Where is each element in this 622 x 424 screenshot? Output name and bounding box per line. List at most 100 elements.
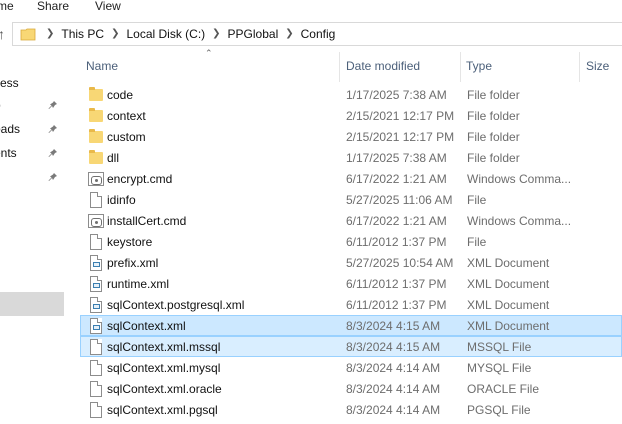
up-arrow-icon[interactable]: ↑ [0, 25, 10, 43]
file-name: context [107, 109, 146, 123]
file-row[interactable]: dll 1/17/2025 7:38 AM File folder [80, 147, 622, 168]
address-bar-area: ↑ ❯ This PC ❯ Local Disk (C:) ❯ PPGlobal… [0, 21, 622, 48]
crumb-this-pc[interactable]: This PC [61, 23, 104, 45]
file-name: sqlContext.xml.mysql [107, 361, 221, 375]
pin-icon [48, 148, 58, 161]
file-type: XML Document [467, 256, 550, 270]
cmd-icon [88, 213, 104, 229]
crumb-config[interactable]: Config [301, 23, 336, 45]
file-row[interactable]: sqlContext.xml.oracle 8/3/2024 4:14 AM ORA… [80, 378, 622, 399]
file-type: File folder [467, 88, 520, 102]
file-type: XML Document [467, 277, 550, 291]
crumb-local-disk[interactable]: Local Disk (C:) [126, 23, 205, 45]
file-row[interactable]: prefix.xml 5/27/2025 10:54 AM XML Document [80, 252, 622, 273]
file-type: MYSQL File [467, 361, 532, 375]
breadcrumb: ❯ This PC ❯ Local Disk (C:) ❯ PPGlobal ❯… [39, 23, 335, 45]
chevron-right-icon[interactable]: ❯ [104, 23, 126, 45]
file-type: MSSQL File [467, 340, 532, 354]
column-divider[interactable] [339, 52, 340, 82]
file-row[interactable]: custom 2/15/2021 12:17 PM File folder [80, 126, 622, 147]
file-name: code [107, 88, 134, 102]
file-date-modified: 6/11/2012 1:37 PM [346, 298, 447, 312]
column-size[interactable]: Size [586, 59, 609, 73]
folder-icon [88, 108, 104, 124]
file-icon [88, 402, 104, 418]
chevron-right-icon[interactable]: ❯ [39, 23, 61, 45]
file-icon [88, 381, 104, 397]
file-name: sqlContext.xml.pgsql [107, 403, 218, 417]
tab-home[interactable]: me [0, 0, 14, 12]
file-date-modified: 5/27/2025 10:54 AM [346, 256, 454, 270]
tab-share[interactable]: Share [37, 0, 69, 12]
nav-item-selected[interactable] [0, 292, 64, 316]
file-row[interactable]: sqlContext.xml.pgsql 8/3/2024 4:14 AM PGSQ… [80, 399, 622, 420]
nav-item-desktop[interactable]: p [0, 94, 66, 116]
file-name: sqlContext.postgresql.xml [107, 298, 245, 312]
nav-item-label: oads [0, 122, 21, 136]
column-divider[interactable] [579, 52, 580, 82]
file-row[interactable]: sqlContext.xml 8/3/2024 4:15 AM XML Docume… [80, 315, 622, 336]
file-type: File folder [467, 130, 520, 144]
file-name: sqlContext.xml.mssql [107, 340, 221, 354]
folder-icon [88, 87, 104, 103]
folder-icon [88, 150, 104, 166]
file-row[interactable]: sqlContext.xml.mysql 8/3/2024 4:14 AM MYSQ… [80, 357, 622, 378]
file-row[interactable]: keystore 6/11/2012 1:37 PM File [80, 231, 622, 252]
folder-icon [88, 129, 104, 145]
file-row[interactable]: encrypt.cmd 6/17/2022 1:21 AM Windows Comm… [80, 168, 622, 189]
file-type: XML Document [467, 298, 550, 312]
file-row[interactable]: runtime.xml 6/11/2012 1:37 PM XML Document [80, 273, 622, 294]
column-name[interactable]: Name [86, 59, 118, 73]
crumb-ppglobal[interactable]: PPGlobal [228, 23, 279, 45]
file-type: File [467, 193, 487, 207]
chevron-right-icon[interactable]: ❯ [278, 23, 300, 45]
xml-icon [88, 297, 104, 313]
nav-item-documents[interactable]: ents [0, 142, 66, 164]
file-date-modified: 1/17/2025 7:38 AM [346, 88, 447, 102]
file-type: ORACLE File [467, 382, 540, 396]
column-date-modified[interactable]: Date modified [346, 59, 420, 73]
nav-item-quick-access[interactable]: cess [0, 72, 66, 94]
file-row[interactable]: code 1/17/2025 7:38 AM File folder [80, 84, 622, 105]
chevron-right-icon[interactable]: ❯ [205, 23, 227, 45]
file-name: prefix.xml [107, 256, 159, 270]
file-row[interactable]: sqlContext.postgresql.xml 6/11/2012 1:37 … [80, 294, 622, 315]
file-date-modified: 6/11/2012 1:37 PM [346, 277, 447, 291]
file-name: runtime.xml [107, 277, 170, 291]
file-row[interactable]: idinfo 5/27/2025 11:06 AM File [80, 189, 622, 210]
file-date-modified: 2/15/2021 12:17 PM [346, 109, 455, 123]
file-row[interactable]: context 2/15/2021 12:17 PM File folder [80, 105, 622, 126]
file-row[interactable]: installCert.cmd 6/17/2022 1:21 AM Windows … [80, 210, 622, 231]
navigation-pane: cess p oads ents s [0, 48, 66, 424]
file-date-modified: 8/3/2024 4:14 AM [346, 361, 441, 375]
xml-icon [88, 276, 104, 292]
file-date-modified: 6/17/2022 1:21 AM [346, 214, 447, 228]
file-icon [88, 234, 104, 250]
sort-ascending-icon: ⌃ [205, 48, 213, 58]
address-bar[interactable]: ❯ This PC ❯ Local Disk (C:) ❯ PPGlobal ❯… [12, 22, 622, 46]
pin-icon [48, 172, 58, 185]
tab-view[interactable]: View [95, 0, 121, 12]
file-icon [88, 360, 104, 376]
file-date-modified: 5/27/2025 11:06 AM [346, 193, 453, 207]
file-row[interactable]: sqlContext.xml.mssql 8/3/2024 4:15 AM MSSQ… [80, 336, 622, 357]
file-name: keystore [107, 235, 153, 249]
file-date-modified: 8/3/2024 4:14 AM [346, 382, 441, 396]
pin-icon [48, 124, 58, 137]
file-type: File folder [467, 109, 520, 123]
file-type: PGSQL File [467, 403, 531, 417]
file-type: XML Document [467, 319, 550, 333]
file-type: File folder [467, 151, 520, 165]
file-date-modified: 8/3/2024 4:15 AM [346, 340, 441, 354]
file-type: Windows Comma... [467, 214, 572, 228]
file-date-modified: 1/17/2025 7:38 AM [346, 151, 447, 165]
file-name: dll [107, 151, 120, 165]
nav-item-downloads[interactable]: oads [0, 118, 66, 140]
file-name: installCert.cmd [107, 214, 187, 228]
nav-item-pictures[interactable]: s [0, 166, 66, 188]
file-name: encrypt.cmd [107, 172, 173, 186]
column-type[interactable]: Type [466, 59, 492, 73]
pin-icon [48, 100, 58, 113]
column-divider[interactable] [460, 52, 461, 82]
file-name: custom [107, 130, 146, 144]
